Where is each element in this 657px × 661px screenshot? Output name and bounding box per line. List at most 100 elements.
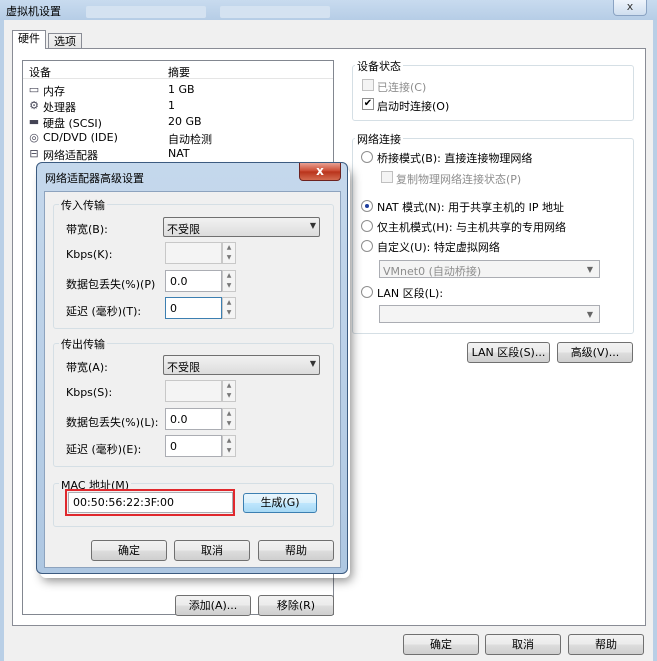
disk-icon: ▬ xyxy=(28,115,40,128)
outgoing-loss-label: 数据包丢失(%)(L): xyxy=(66,416,159,429)
cdrom-icon: ◎ xyxy=(29,131,39,144)
network-icon: ⊟ xyxy=(29,147,39,160)
custom-radio[interactable] xyxy=(361,240,373,252)
chevron-down-icon: ▼ xyxy=(586,265,594,274)
replicate-state-label: 复制物理网络连接状态(P) xyxy=(396,173,522,186)
device-name: 处理器 xyxy=(43,101,76,114)
list-item-network-adapter[interactable]: ⊟ 网络适配器 NAT xyxy=(23,146,333,162)
outgoing-kbps-spinner[interactable]: ▲ ▼ xyxy=(222,380,236,402)
incoming-label: 传入传输 xyxy=(59,197,107,213)
chevron-down-icon: ▼ xyxy=(309,359,316,368)
outgoing-kbps-input[interactable] xyxy=(165,380,222,402)
device-name: CD/DVD (IDE) xyxy=(43,131,118,144)
list-item-processor[interactable]: ⚙ 处理器 1 xyxy=(23,98,333,114)
highlight-box xyxy=(65,489,235,516)
background-tab-blur xyxy=(220,6,330,18)
incoming-loss-spinner[interactable]: ▲ ▼ xyxy=(222,270,236,292)
add-hardware-button[interactable]: 添加(A)... xyxy=(175,595,251,616)
incoming-bandwidth-label: 带宽(B): xyxy=(66,223,108,236)
device-summary: 自动检测 xyxy=(168,133,212,146)
device-status-label: 设备状态 xyxy=(355,58,403,74)
custom-network-select[interactable]: VMnet0 (自动桥接) ▼ xyxy=(379,260,600,278)
window-titlebar: 虚拟机设置 x xyxy=(0,0,657,20)
replicate-state-checkbox[interactable] xyxy=(381,171,393,183)
incoming-bandwidth-value: 不受限 xyxy=(167,223,200,236)
column-summary[interactable]: 摘要 xyxy=(168,64,190,80)
dialog-close-button[interactable]: x xyxy=(299,163,341,181)
incoming-kbps-input[interactable] xyxy=(165,242,222,264)
memory-icon: ▭ xyxy=(28,83,40,96)
incoming-bandwidth-select[interactable]: 不受限 ▼ xyxy=(163,217,320,237)
outgoing-latency-label: 延迟 (毫秒)(E): xyxy=(66,443,142,456)
custom-label: 自定义(U): 特定虚拟网络 xyxy=(377,241,500,254)
outgoing-latency-spinner[interactable]: ▲ ▼ xyxy=(222,435,236,457)
incoming-kbps-spinner[interactable]: ▲ ▼ xyxy=(222,242,236,264)
nat-label: NAT 模式(N): 用于共享主机的 IP 地址 xyxy=(377,201,564,214)
device-summary: 20 GB xyxy=(168,115,202,128)
outgoing-loss-value: 0.0 xyxy=(170,413,188,426)
device-name: 网络适配器 xyxy=(43,149,98,162)
outgoing-kbps-label: Kbps(S): xyxy=(66,386,113,399)
list-item-cdrom[interactable]: ◎ CD/DVD (IDE) 自动检测 xyxy=(23,130,333,146)
network-adapter-advanced-dialog: 网络适配器高级设置 x 传入传输 带宽(B): 不受限 ▼ Kbps(K): ▲… xyxy=(36,162,348,574)
dialog-ok-button[interactable]: 确定 xyxy=(91,540,167,561)
ok-button[interactable]: 确定 xyxy=(403,634,479,655)
outgoing-bandwidth-label: 带宽(A): xyxy=(66,361,108,374)
nat-radio[interactable] xyxy=(361,200,373,212)
device-summary: NAT xyxy=(168,147,190,160)
list-item-hard-disk[interactable]: ▬ 硬盘 (SCSI) 20 GB xyxy=(23,114,333,130)
outgoing-label: 传出传输 xyxy=(59,336,107,352)
connected-checkbox[interactable] xyxy=(362,79,374,91)
dialog-help-button[interactable]: 帮助 xyxy=(258,540,334,561)
bridged-label: 桥接模式(B): 直接连接物理网络 xyxy=(377,152,533,165)
incoming-latency-label: 延迟 (毫秒)(T): xyxy=(66,305,142,318)
advanced-button[interactable]: 高级(V)... xyxy=(557,342,633,363)
device-summary: 1 xyxy=(168,99,175,112)
device-summary: 1 GB xyxy=(168,83,195,96)
lan-segment-label: LAN 区段(L): xyxy=(377,287,444,300)
incoming-kbps-label: Kbps(K): xyxy=(66,248,113,261)
device-list-header: 设备 摘要 xyxy=(23,61,333,79)
dialog-cancel-button[interactable]: 取消 xyxy=(174,540,250,561)
chevron-down-icon: ▼ xyxy=(586,310,594,319)
dialog-title: 网络适配器高级设置 xyxy=(45,172,144,185)
bridged-radio[interactable] xyxy=(361,151,373,163)
generate-mac-button[interactable]: 生成(G) xyxy=(243,493,317,513)
cancel-button[interactable]: 取消 xyxy=(485,634,561,655)
lan-segment-radio[interactable] xyxy=(361,286,373,298)
custom-network-value: VMnet0 (自动桥接) xyxy=(383,265,482,278)
connect-at-power-on-label: 启动时连接(O) xyxy=(377,100,450,113)
outgoing-latency-value: 0 xyxy=(170,440,177,453)
incoming-loss-input[interactable]: 0.0 xyxy=(165,270,222,292)
device-name: 硬盘 (SCSI) xyxy=(43,117,102,130)
window-title: 虚拟机设置 xyxy=(6,5,61,18)
incoming-loss-label: 数据包丢失(%)(P) xyxy=(66,278,156,291)
tab-hardware[interactable]: 硬件 xyxy=(12,30,46,49)
dialog-client: 传入传输 带宽(B): 不受限 ▼ Kbps(K): ▲ ▼ 数据包丢失(%)(P… xyxy=(44,191,341,568)
lan-segment-select[interactable]: ▼ xyxy=(379,305,600,323)
host-only-label: 仅主机模式(H): 与主机共享的专用网络 xyxy=(377,221,567,234)
list-item-memory[interactable]: ▭ 内存 1 GB xyxy=(23,82,333,98)
chevron-down-icon: ▼ xyxy=(309,221,316,230)
background-tab-blur xyxy=(86,6,206,18)
incoming-latency-input[interactable]: 0 xyxy=(165,297,222,319)
column-device[interactable]: 设备 xyxy=(29,64,51,80)
host-only-radio[interactable] xyxy=(361,220,373,232)
outgoing-loss-input[interactable]: 0.0 xyxy=(165,408,222,430)
outgoing-bandwidth-select[interactable]: 不受限 ▼ xyxy=(163,355,320,375)
device-name: 内存 xyxy=(43,85,65,98)
outgoing-bandwidth-value: 不受限 xyxy=(167,361,200,374)
lan-segments-button[interactable]: LAN 区段(S)... xyxy=(467,342,550,363)
help-button[interactable]: 帮助 xyxy=(568,634,644,655)
outgoing-loss-spinner[interactable]: ▲ ▼ xyxy=(222,408,236,430)
network-connection-label: 网络连接 xyxy=(355,131,403,147)
remove-hardware-button[interactable]: 移除(R) xyxy=(258,595,334,616)
outgoing-latency-input[interactable]: 0 xyxy=(165,435,222,457)
connected-label: 已连接(C) xyxy=(377,81,427,94)
window-close-button[interactable]: x xyxy=(613,0,647,16)
incoming-loss-value: 0.0 xyxy=(170,275,188,288)
incoming-latency-spinner[interactable]: ▲ ▼ xyxy=(222,297,236,319)
incoming-latency-value: 0 xyxy=(170,302,177,315)
connect-at-power-on-checkbox[interactable]: ✔ xyxy=(362,98,374,110)
cpu-icon: ⚙ xyxy=(29,99,39,112)
